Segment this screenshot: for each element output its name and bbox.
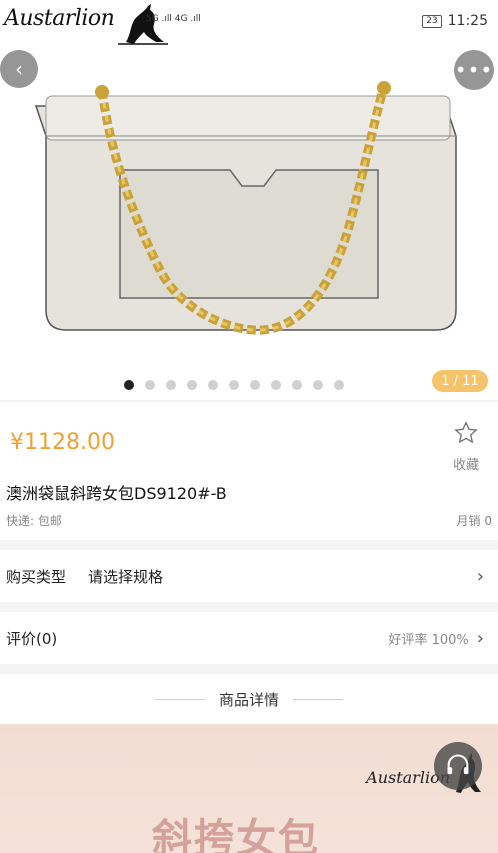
gallery-dot[interactable] (313, 380, 323, 390)
detail-banner: Austarlion 斜挎女包 (0, 724, 498, 853)
favorite-label: 收藏 (452, 458, 479, 473)
chevron-right-icon: › (476, 627, 484, 649)
reviews-label: 评价(0) (6, 629, 58, 648)
details-title: 商品详情 (218, 690, 279, 709)
divider-right (293, 698, 343, 700)
gallery-dot[interactable] (124, 380, 134, 390)
chevron-right-icon: › (476, 565, 484, 587)
gallery-dot[interactable] (187, 380, 197, 390)
favorite-button[interactable]: 收藏 (448, 420, 484, 473)
banner-headline: 斜挎女包 (152, 816, 320, 853)
spec-label: 购买类型 (6, 567, 67, 586)
status-right: 23 11:25 (422, 13, 488, 29)
monthly-sales: 月销 0 (456, 514, 492, 528)
reviews-row[interactable]: 评价(0) 好评率 100% › (0, 612, 498, 664)
customer-service-button[interactable] (434, 742, 482, 790)
gallery-dots (124, 380, 344, 390)
product-title: 澳洲袋鼠斜跨女包DS9120#-B (6, 484, 227, 503)
battery-icon: 23 (422, 14, 442, 28)
product-image (0, 40, 498, 360)
gallery-dot[interactable] (271, 380, 281, 390)
gallery-dot[interactable] (208, 380, 218, 390)
gallery-dot[interactable] (334, 380, 344, 390)
star-icon (454, 421, 478, 444)
product-info: ¥1128.00 收藏 澳洲袋鼠斜跨女包DS9120#-B 快递: 包邮 月销 … (0, 402, 498, 540)
clock: 11:25 (447, 13, 488, 29)
details-header: 商品详情 (0, 674, 498, 724)
page-counter: 1 / 11 (432, 370, 488, 392)
price: ¥1128.00 (10, 430, 115, 455)
gallery-dot[interactable] (166, 380, 176, 390)
gallery-dot[interactable] (145, 380, 155, 390)
more-dots-icon: ••• (454, 58, 494, 82)
gallery-dot[interactable] (250, 380, 260, 390)
more-button[interactable]: ••• (454, 50, 494, 90)
positive-rate: 好评率 100% (388, 632, 469, 648)
chevron-left-icon: ‹ (15, 57, 23, 81)
brand-logo: Austarlion (4, 6, 115, 31)
shipping-info: 快递: 包邮 (6, 514, 62, 528)
status-bar: Austarlion 5G .ıll 4G .ıll 23 11:25 (0, 0, 498, 46)
divider-left (154, 698, 205, 700)
product-gallery[interactable]: Austarlion 5G .ıll 4G .ıll 23 11:25 ‹ ••… (0, 0, 498, 400)
gallery-dot[interactable] (292, 380, 302, 390)
spec-value: 请选择规格 (88, 567, 164, 586)
spec-selector[interactable]: 购买类型 请选择规格 › (0, 550, 498, 602)
back-button[interactable]: ‹ (0, 50, 38, 88)
headset-icon (447, 754, 469, 775)
kangaroo-logo-icon (118, 4, 168, 45)
signal-icons: 5G .ıll 4G .ıll (146, 14, 201, 24)
gallery-dot[interactable] (229, 380, 239, 390)
